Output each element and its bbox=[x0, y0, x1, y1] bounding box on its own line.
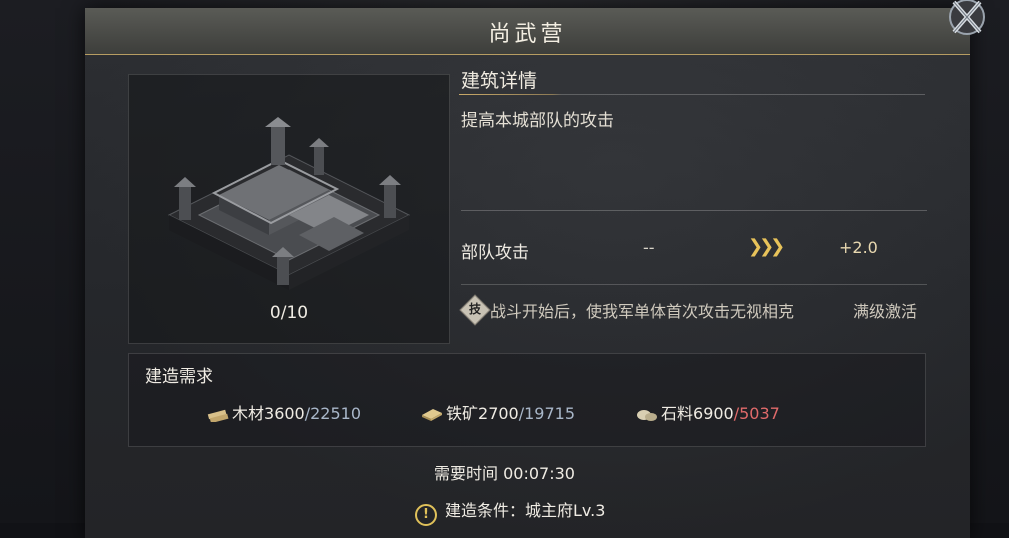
detail-description: 提高本城部队的攻击 bbox=[461, 111, 614, 131]
title-bar: 尚武营 bbox=[85, 8, 970, 55]
upgrade-arrow-icon: ❯❯❯ bbox=[748, 236, 785, 257]
divider bbox=[461, 284, 927, 285]
stone-icon bbox=[637, 410, 657, 421]
detail-heading: 建筑详情 bbox=[461, 70, 538, 92]
resource-wood: 木材3600/22510 bbox=[207, 400, 361, 424]
resource-need: /19715 bbox=[518, 404, 576, 423]
resource-have: 3600 bbox=[264, 404, 305, 423]
detail-divider bbox=[459, 94, 925, 95]
requirements-title: 建造需求 bbox=[145, 367, 213, 387]
skill-description: 战斗开始后，使我军单体首次攻击无视相克 bbox=[490, 302, 795, 321]
building-image-box: 0/10 bbox=[128, 74, 450, 344]
crossed-swords-icon bbox=[949, 0, 985, 35]
resource-iron: 铁矿2700/19715 bbox=[421, 400, 575, 424]
resource-stone: 石料6900/5037 bbox=[636, 400, 780, 424]
resource-need: /22510 bbox=[304, 404, 362, 423]
resource-name: 石料 bbox=[661, 404, 694, 423]
stat-next-value: +2.0 bbox=[839, 238, 878, 257]
skill-status: 满级激活 bbox=[853, 302, 918, 321]
time-label: 需要时间 bbox=[434, 464, 499, 483]
window-title: 尚武营 bbox=[488, 22, 567, 47]
stat-label: 部队攻击 bbox=[461, 243, 529, 263]
wood-icon bbox=[207, 409, 229, 422]
resource-have: 2700 bbox=[478, 404, 519, 423]
resource-have: 6900 bbox=[693, 404, 734, 423]
skill-badge-label: 技 bbox=[468, 302, 481, 316]
time-value: 00:07:30 bbox=[503, 464, 575, 483]
build-progress: 0/10 bbox=[269, 303, 309, 323]
barracks-building-image bbox=[167, 117, 411, 290]
condition-text: 建造条件：城主府Lv.3 bbox=[445, 501, 606, 520]
stat-current-value: -- bbox=[643, 238, 655, 257]
build-condition: ! 建造条件：城主府Lv.3 bbox=[415, 497, 605, 526]
build-time: 需要时间 00:07:30 bbox=[0, 460, 1009, 484]
resource-name: 木材 bbox=[232, 404, 265, 423]
close-button[interactable] bbox=[946, 0, 988, 38]
requirements-box: 建造需求 木材3600/22510 铁矿2700/19715 石料6900/50… bbox=[128, 353, 926, 447]
resource-name: 铁矿 bbox=[446, 404, 479, 423]
resource-need-insufficient: /5037 bbox=[733, 404, 780, 423]
iron-icon bbox=[422, 409, 442, 421]
divider bbox=[461, 210, 927, 211]
